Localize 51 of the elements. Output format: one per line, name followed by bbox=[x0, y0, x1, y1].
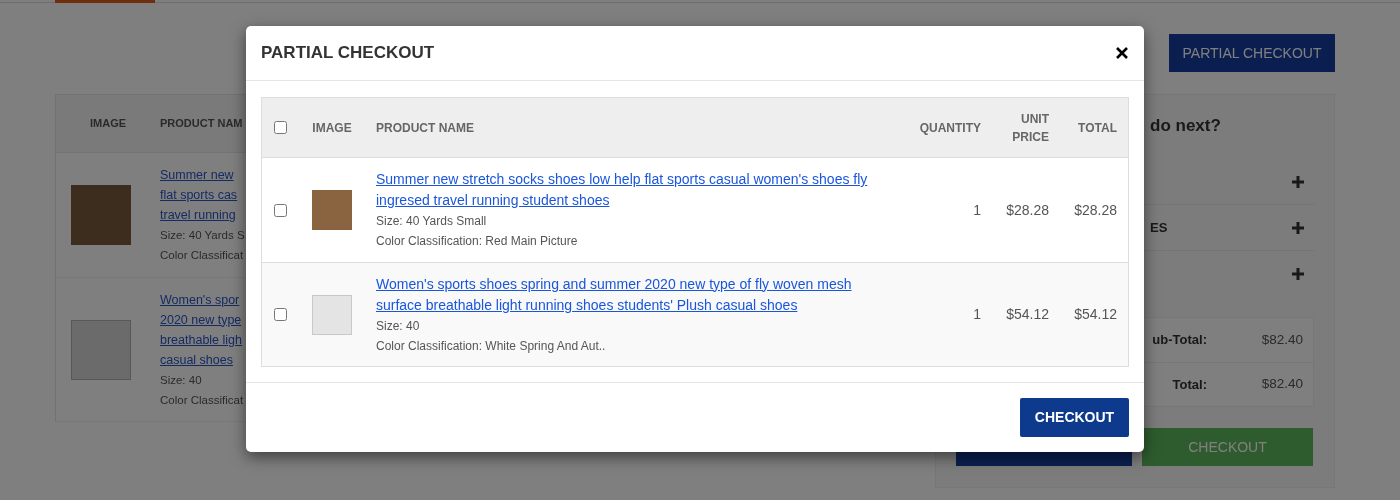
column-header: UNIT PRICE bbox=[1011, 110, 1050, 146]
checkout-button[interactable]: CHECKOUT bbox=[1020, 398, 1129, 437]
photo-placeholder bbox=[71, 185, 131, 245]
total-value: $82.40 bbox=[1261, 375, 1303, 394]
product-link[interactable]: Summer new bbox=[160, 165, 245, 185]
product-color: Color Classificat bbox=[160, 248, 245, 263]
plus-icon[interactable] bbox=[1292, 268, 1304, 280]
total-label: Total: bbox=[1171, 375, 1207, 394]
unit-price-cell-text: $54.12 bbox=[1005, 305, 1050, 324]
close-icon[interactable] bbox=[1116, 47, 1128, 59]
product-color: Color Classification: Red Main Picture bbox=[376, 233, 579, 250]
quantity-cell-text: 1 bbox=[972, 200, 982, 220]
summary-heading: do next? bbox=[1150, 115, 1222, 137]
product-size: Size: 40 Yards S bbox=[160, 228, 245, 243]
product-color: Color Classification: White Spring And Aut.. bbox=[376, 337, 607, 355]
dialog-title: PARTIAL CHECKOUT bbox=[261, 42, 435, 65]
checkbox[interactable] bbox=[274, 308, 287, 321]
product-link[interactable]: Women's spor bbox=[160, 289, 244, 310]
total-value: $82.40 bbox=[1261, 330, 1303, 349]
product-size: Size: 40 bbox=[160, 372, 203, 388]
column-header: IMAGE bbox=[311, 119, 353, 137]
total-cell-text: $54.12 bbox=[1073, 305, 1118, 324]
photo-placeholder bbox=[312, 190, 352, 230]
checkbox[interactable] bbox=[274, 203, 287, 217]
product-link[interactable]: 2020 new type bbox=[160, 309, 244, 330]
column-header: PRODUCT NAME bbox=[375, 119, 475, 137]
product-size: Size: 40 Yards Small bbox=[376, 213, 488, 230]
quantity-cell-text: 1 bbox=[972, 305, 982, 324]
total-label: ub-Total: bbox=[1151, 331, 1207, 349]
product-link[interactable]: travel running bbox=[160, 205, 245, 225]
column-header: PRODUCT NAM bbox=[160, 116, 243, 132]
section-title: ES bbox=[1150, 218, 1168, 237]
product-size: Size: 40 bbox=[376, 317, 421, 335]
unit-price-cell-text: $28.28 bbox=[1005, 200, 1050, 220]
column-header: TOTAL bbox=[1077, 119, 1118, 137]
product-color: Color Classificat bbox=[160, 392, 244, 408]
total-cell-text: $28.28 bbox=[1073, 200, 1118, 220]
product-link[interactable]: breathable ligh bbox=[160, 329, 244, 350]
checkbox[interactable] bbox=[274, 121, 287, 134]
product-link[interactable]: Women's sports shoes spring and summer 2020 new type of fly woven mesh surface breathable light running shoes students' Plush casual shoes bbox=[376, 273, 886, 316]
partial-checkout-button[interactable]: PARTIAL CHECKOUT bbox=[1169, 34, 1335, 72]
checkout-button[interactable]: CHECKOUT bbox=[1142, 428, 1313, 466]
product-link[interactable]: flat sports cas bbox=[160, 185, 245, 205]
plus-icon[interactable] bbox=[1292, 221, 1304, 234]
plus-icon[interactable] bbox=[1292, 175, 1304, 188]
product-link[interactable]: Summer new stretch socks shoes low help flat sports casual women's shoes fly ingresed travel running student shoes bbox=[376, 169, 886, 211]
product-link[interactable]: casual shoes bbox=[160, 349, 244, 370]
photo-placeholder bbox=[312, 294, 352, 335]
column-header: QUANTITY bbox=[918, 119, 982, 137]
photo-placeholder bbox=[71, 319, 131, 380]
column-header: IMAGE bbox=[88, 116, 128, 132]
